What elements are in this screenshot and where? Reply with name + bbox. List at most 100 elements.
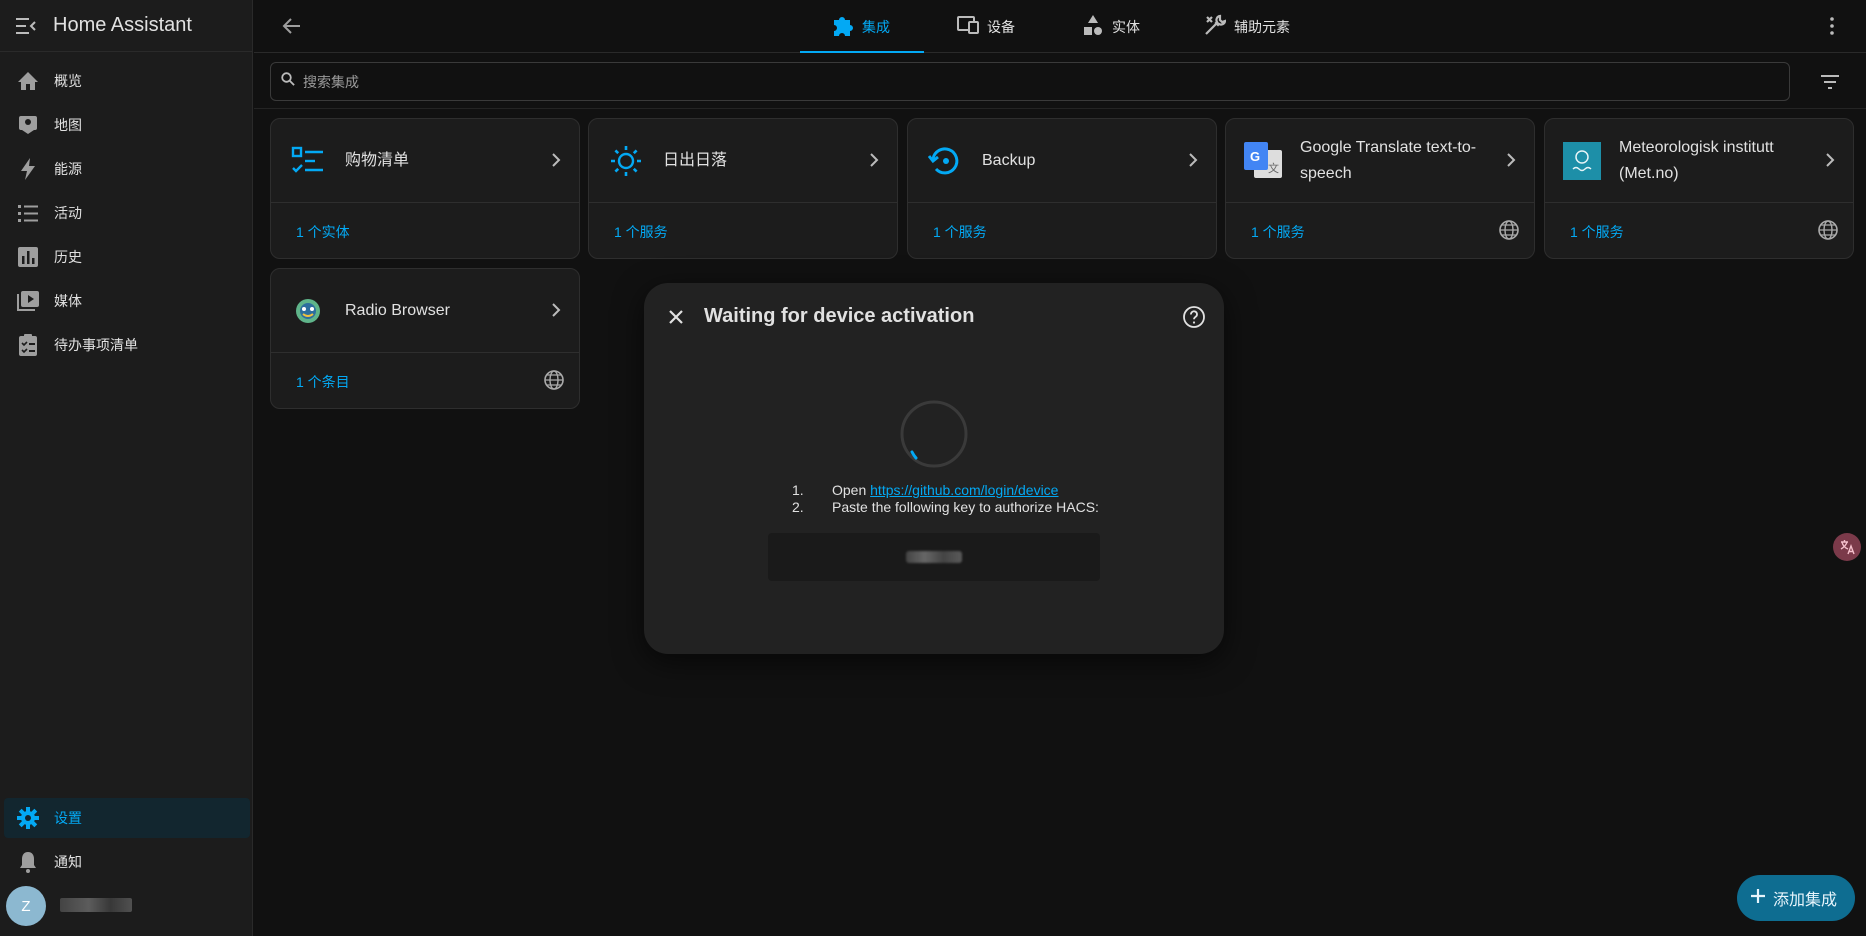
card-header[interactable]: Radio Browser [271, 269, 579, 352]
chevron-right-icon[interactable] [1184, 151, 1202, 169]
menu-icon[interactable] [16, 16, 36, 36]
filter-icon[interactable] [1818, 70, 1842, 94]
sidebar-item-history[interactable]: 历史 [4, 237, 250, 277]
tab-integrations[interactable]: 集成 [832, 0, 890, 53]
tab-label: 设备 [987, 18, 1015, 35]
tab-entities[interactable]: 实体 [1082, 0, 1140, 53]
card-header[interactable]: 日出日落 [589, 119, 897, 202]
step-text: Open https://github.com/login/device [832, 482, 1058, 499]
sidebar-item-label: 活动 [54, 205, 82, 221]
activation-steps: 1. Open https://github.com/login/device … [792, 482, 1099, 516]
card-divider [589, 202, 897, 203]
card-header[interactable]: 购物清单 [271, 119, 579, 202]
avatar[interactable]: Z [6, 886, 46, 926]
home-icon [16, 69, 40, 93]
loading-spinner [900, 400, 968, 468]
add-integration-button[interactable]: 添加集成 [1737, 875, 1855, 921]
chart-icon [16, 245, 40, 269]
tab-helpers[interactable]: 辅助元素 [1204, 0, 1290, 53]
card-service-link[interactable]: 1 个服务 [614, 222, 668, 242]
more-vert-icon[interactable] [1820, 14, 1844, 38]
card-service-link[interactable]: 1 个服务 [1251, 222, 1305, 242]
sidebar-item-media[interactable]: 媒体 [4, 281, 250, 321]
search-bar [270, 62, 1790, 101]
sidebar-item-label: 概览 [54, 73, 82, 89]
integration-card[interactable]: 日出日落 1 个服务 [588, 118, 898, 259]
card-service-link[interactable]: 1 个服务 [1570, 222, 1624, 242]
sidebar-item-todo[interactable]: 待办事项清单 [4, 325, 250, 365]
integration-card[interactable]: Radio Browser 1 个条目 [270, 268, 580, 409]
card-divider [908, 202, 1216, 203]
radio-browser-icon [289, 292, 327, 330]
sidebar-item-map[interactable]: 地图 [4, 105, 250, 145]
step-text: Paste the following key to authorize HAC… [832, 499, 1099, 515]
sidebar-item-label: 待办事项清单 [54, 337, 138, 353]
clipboard-icon [16, 333, 40, 357]
active-tab-indicator [800, 51, 924, 53]
card-title: 购物清单 [345, 151, 410, 169]
device-code-box[interactable] [768, 533, 1100, 581]
tab-label: 实体 [1112, 18, 1140, 35]
search-icon [281, 72, 295, 91]
help-icon[interactable] [1182, 305, 1206, 329]
devices-icon [957, 16, 979, 37]
github-device-link[interactable]: https://github.com/login/device [870, 482, 1058, 498]
card-header[interactable]: Backup [908, 119, 1216, 202]
app-title: Home Assistant [53, 14, 192, 36]
sidebar-item-label: 媒体 [54, 293, 82, 309]
shopping-list-icon [289, 142, 327, 180]
sun-icon [607, 142, 645, 180]
chevron-right-icon[interactable] [1502, 151, 1520, 169]
divider [254, 108, 1866, 109]
chevron-right-icon[interactable] [865, 151, 883, 169]
close-icon[interactable] [664, 305, 688, 329]
card-title: 日出日落 [663, 151, 728, 169]
integration-card[interactable]: Meteorologisk institutt (Met.no) 1 个服务 [1544, 118, 1854, 259]
card-service-link[interactable]: 1 个服务 [933, 222, 987, 242]
card-entry-link[interactable]: 1 个条目 [296, 372, 350, 392]
google-translate-icon: G文 [1244, 141, 1282, 180]
top-bar: 集成 设备 实体 辅助元素 [254, 0, 1866, 53]
integration-card[interactable]: G文 Google Translate text-to-speech 1 个服务 [1225, 118, 1535, 259]
bell-icon [16, 850, 40, 874]
card-title: Meteorologisk institutt (Met.no) [1619, 138, 1774, 182]
sidebar-item-notifications[interactable]: 通知 [4, 842, 250, 882]
tab-devices[interactable]: 设备 [957, 0, 1015, 53]
list-icon [16, 201, 40, 225]
back-arrow-icon[interactable] [280, 14, 304, 38]
integration-card[interactable]: Backup 1 个服务 [907, 118, 1217, 259]
sidebar-item-label: 通知 [54, 854, 82, 870]
shapes-icon [1082, 14, 1104, 39]
card-entity-link[interactable]: 1 个实体 [296, 222, 350, 242]
chevron-right-icon[interactable] [547, 301, 565, 319]
search-input[interactable] [303, 73, 1703, 90]
lightning-icon [16, 157, 40, 181]
sidebar-item-label: 设置 [54, 810, 82, 826]
svg-text:文: 文 [1268, 161, 1279, 175]
sidebar: Home Assistant 概览 地图 能源 活动 历史 媒体 待办事项清单 … [0, 0, 253, 936]
chevron-right-icon[interactable] [547, 151, 565, 169]
fab-label: 添加集成 [1773, 892, 1838, 909]
gear-icon [16, 806, 40, 830]
tab-label: 集成 [862, 18, 890, 35]
sidebar-item-label: 地图 [54, 117, 82, 133]
map-icon [16, 113, 40, 137]
sidebar-item-logbook[interactable]: 活动 [4, 193, 250, 233]
card-header[interactable]: Meteorologisk institutt (Met.no) [1545, 119, 1853, 202]
sidebar-item-energy[interactable]: 能源 [4, 149, 250, 189]
card-divider [1226, 202, 1534, 203]
user-name-redacted[interactable] [60, 898, 132, 912]
media-icon [16, 289, 40, 313]
sidebar-item-overview[interactable]: 概览 [4, 61, 250, 101]
dialog-title: Waiting for device activation [704, 305, 975, 327]
card-header[interactable]: G文 Google Translate text-to-speech [1226, 119, 1534, 202]
translate-extension-icon[interactable] [1833, 533, 1861, 561]
integration-card[interactable]: 购物清单 1 个实体 [270, 118, 580, 259]
step-text-open: Open [832, 482, 867, 498]
card-divider [271, 352, 579, 353]
tab-label: 辅助元素 [1234, 18, 1290, 35]
backup-icon [926, 142, 964, 180]
chevron-right-icon[interactable] [1821, 151, 1839, 169]
sidebar-item-settings[interactable]: 设置 [4, 798, 250, 838]
sidebar-item-label: 历史 [54, 249, 82, 265]
